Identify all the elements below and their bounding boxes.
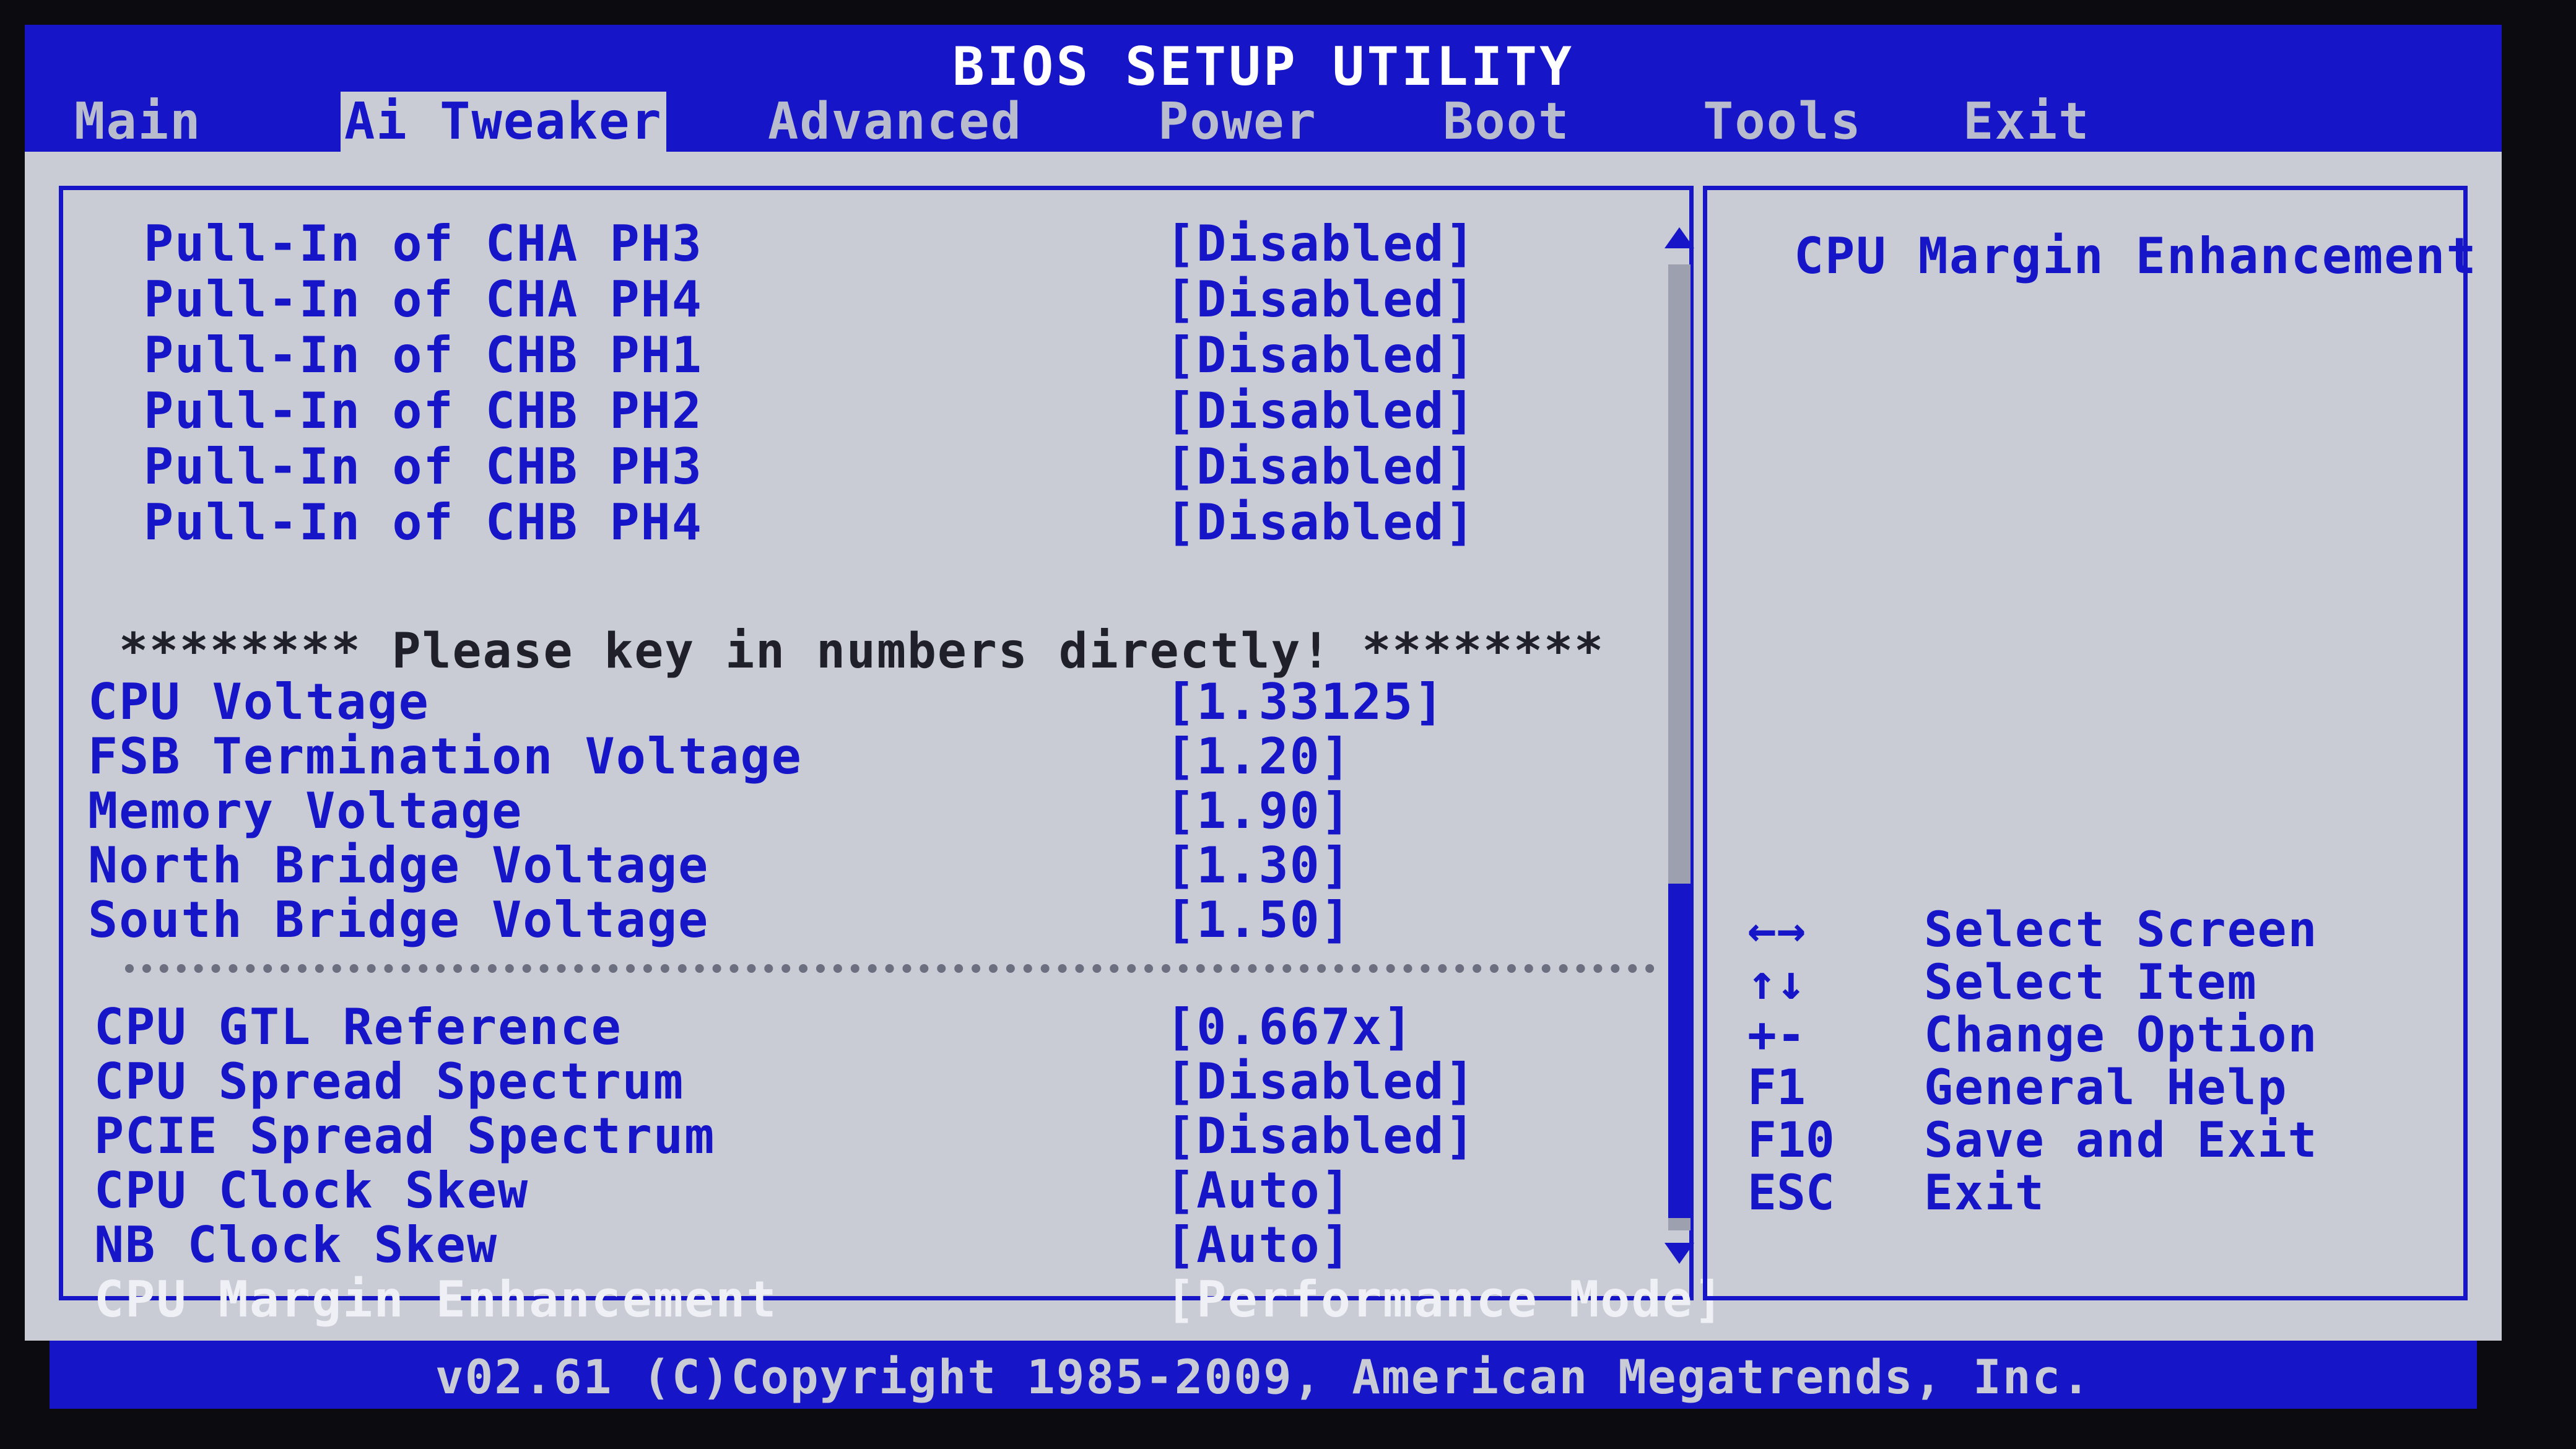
- setting-row-pull-in-chb-ph1[interactable]: Pull-In of CHB PH1 [Disabled]: [144, 326, 1766, 384]
- setting-row-pcie-spread-spectrum[interactable]: PCIE Spread Spectrum [Disabled]: [94, 1107, 1717, 1165]
- key-label: +-: [1747, 1007, 1806, 1063]
- setting-value[interactable]: [Disabled]: [1165, 326, 1476, 384]
- scroll-thumb[interactable]: [1668, 884, 1690, 1218]
- scrollbar[interactable]: [1661, 227, 1698, 1280]
- bios-screen: BIOS SETUP UTILITY Main Ai Tweaker Advan…: [25, 25, 2502, 1412]
- key-help-row: ESC Exit: [1747, 1165, 2466, 1221]
- setting-value[interactable]: [Disabled]: [1165, 382, 1476, 440]
- setting-label: CPU Clock Skew: [94, 1162, 529, 1219]
- setting-value[interactable]: [Auto]: [1165, 1162, 1352, 1219]
- setting-label: South Bridge Voltage: [88, 891, 710, 949]
- setting-row-memory-voltage[interactable]: Memory Voltage [1.90]: [88, 782, 1710, 840]
- setting-value[interactable]: [Disabled]: [1165, 271, 1476, 328]
- tab-exit[interactable]: Exit: [1963, 92, 2090, 152]
- setting-label: Pull-In of CHA PH4: [144, 271, 703, 328]
- section-divider: [125, 964, 1655, 973]
- setting-value[interactable]: [0.667x]: [1165, 998, 1414, 1056]
- main-area: Pull-In of CHA PH3 [Disabled] Pull-In of…: [25, 152, 2502, 1341]
- up-down-arrow-icon: ↑↓: [1747, 955, 1806, 1011]
- key-help-row: F10 Save and Exit: [1747, 1113, 2466, 1168]
- help-panel: CPU Margin Enhancement ←→ Select Screen …: [1703, 186, 2476, 1300]
- setting-row-cpu-gtl-reference[interactable]: CPU GTL Reference [0.667x]: [94, 998, 1717, 1056]
- tab-advanced[interactable]: Advanced: [768, 92, 1022, 152]
- setting-row-fsb-termination-voltage[interactable]: FSB Termination Voltage [1.20]: [88, 728, 1710, 785]
- tab-power[interactable]: Power: [1158, 92, 1317, 152]
- setting-label: Pull-In of CHA PH3: [144, 215, 703, 272]
- setting-value[interactable]: [1.30]: [1165, 837, 1352, 894]
- setting-value[interactable]: [Disabled]: [1165, 215, 1476, 272]
- key-label: F1: [1747, 1060, 1806, 1116]
- footer-bar: v02.61 (C)Copyright 1985-2009, American …: [50, 1341, 2477, 1409]
- setting-value[interactable]: [Auto]: [1165, 1216, 1352, 1274]
- scroll-up-arrow-icon[interactable]: [1664, 227, 1694, 248]
- key-action: Change Option: [1924, 1007, 2318, 1063]
- tab-main[interactable]: Main: [74, 92, 201, 152]
- setting-label: Pull-In of CHB PH3: [144, 438, 703, 495]
- setting-row-cpu-margin-enhancement[interactable]: CPU Margin Enhancement [Performance Mode…: [94, 1271, 1723, 1328]
- key-action: Select Item: [1924, 955, 2258, 1011]
- setting-value[interactable]: [1.90]: [1165, 782, 1352, 840]
- tab-tools[interactable]: Tools: [1703, 92, 1862, 152]
- key-action: Select Screen: [1924, 902, 2318, 958]
- setting-value[interactable]: [1.33125]: [1165, 673, 1445, 731]
- setting-row-pull-in-chb-ph4[interactable]: Pull-In of CHB PH4 [Disabled]: [144, 494, 1766, 551]
- setting-value[interactable]: [1.20]: [1165, 728, 1352, 785]
- setting-row-pull-in-cha-ph4[interactable]: Pull-In of CHA PH4 [Disabled]: [144, 271, 1766, 328]
- copyright-text: v02.61 (C)Copyright 1985-2009, American …: [435, 1349, 2092, 1404]
- key-action: Exit: [1924, 1165, 2045, 1221]
- voltage-note: ******** Please key in numbers directly!…: [119, 624, 1605, 679]
- setting-label: FSB Termination Voltage: [88, 728, 803, 785]
- key-label: ESC: [1747, 1165, 1835, 1221]
- tab-boot[interactable]: Boot: [1443, 92, 1570, 152]
- setting-row-north-bridge-voltage[interactable]: North Bridge Voltage [1.30]: [88, 837, 1710, 894]
- bios-title: BIOS SETUP UTILITY: [952, 36, 1574, 98]
- setting-row-pull-in-cha-ph3[interactable]: Pull-In of CHA PH3 [Disabled]: [144, 215, 1766, 272]
- setting-label: CPU Spread Spectrum: [94, 1053, 685, 1110]
- tab-ai-tweaker[interactable]: Ai Tweaker: [341, 92, 666, 152]
- setting-row-nb-clock-skew[interactable]: NB Clock Skew [Auto]: [94, 1216, 1717, 1274]
- setting-label: CPU Voltage: [88, 673, 430, 731]
- setting-row-south-bridge-voltage[interactable]: South Bridge Voltage [1.50]: [88, 891, 1710, 949]
- setting-value[interactable]: [Performance Mode]: [1165, 1271, 1725, 1328]
- setting-label: PCIE Spread Spectrum: [94, 1107, 716, 1165]
- setting-label: Memory Voltage: [88, 782, 523, 840]
- setting-value[interactable]: [Disabled]: [1165, 494, 1476, 551]
- setting-row-cpu-clock-skew[interactable]: CPU Clock Skew [Auto]: [94, 1162, 1717, 1219]
- left-right-arrow-icon: ←→: [1747, 902, 1806, 958]
- setting-value[interactable]: [1.50]: [1165, 891, 1352, 949]
- key-help-row: F1 General Help: [1747, 1060, 2466, 1116]
- setting-label: NB Clock Skew: [94, 1216, 498, 1274]
- settings-panel: Pull-In of CHA PH3 [Disabled] Pull-In of…: [59, 186, 1723, 1328]
- key-help-row: +- Change Option: [1747, 1007, 2466, 1063]
- setting-row-pull-in-chb-ph2[interactable]: Pull-In of CHB PH2 [Disabled]: [144, 382, 1766, 440]
- setting-label: CPU GTL Reference: [94, 998, 622, 1056]
- setting-row-cpu-voltage[interactable]: CPU Voltage [1.33125]: [88, 673, 1710, 731]
- setting-value[interactable]: [Disabled]: [1165, 1053, 1476, 1110]
- title-bar: BIOS SETUP UTILITY Main Ai Tweaker Advan…: [25, 25, 2502, 152]
- scroll-down-arrow-icon[interactable]: [1664, 1243, 1694, 1264]
- setting-value[interactable]: [Disabled]: [1165, 1107, 1476, 1165]
- setting-label: Pull-In of CHB PH4: [144, 494, 703, 551]
- key-label: F10: [1747, 1113, 1835, 1168]
- setting-row-pull-in-chb-ph3[interactable]: Pull-In of CHB PH3 [Disabled]: [144, 438, 1766, 495]
- setting-value[interactable]: [Disabled]: [1165, 438, 1476, 495]
- key-help-row: ↑↓ Select Item: [1747, 955, 2466, 1011]
- setting-label: Pull-In of CHB PH1: [144, 326, 703, 384]
- setting-label: North Bridge Voltage: [88, 837, 710, 894]
- key-action: General Help: [1924, 1060, 2288, 1116]
- setting-label: CPU Margin Enhancement: [94, 1271, 778, 1328]
- help-title: CPU Margin Enhancement: [1794, 227, 2478, 285]
- key-help-row: ←→ Select Screen: [1747, 902, 2466, 958]
- setting-label: Pull-In of CHB PH2: [144, 382, 703, 440]
- setting-row-cpu-spread-spectrum[interactable]: CPU Spread Spectrum [Disabled]: [94, 1053, 1717, 1110]
- menu-tabs: Main Ai Tweaker Advanced Power Boot Tool…: [25, 92, 2502, 152]
- key-action: Save and Exit: [1924, 1113, 2318, 1168]
